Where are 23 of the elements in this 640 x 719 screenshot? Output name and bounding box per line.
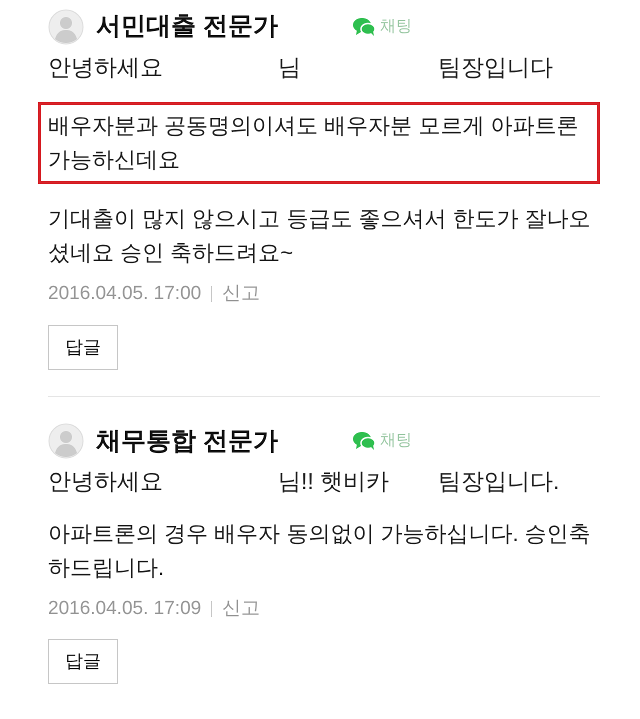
reply-button[interactable]: 답글 xyxy=(48,639,118,684)
chat-link[interactable]: 채팅 xyxy=(352,14,412,39)
comment-text: 배우자분과 공동명의이셔도 배우자분 모르게 아파트론 가능하신데요 xyxy=(38,102,600,184)
greeting-text: 안녕하세요 xyxy=(48,467,164,496)
report-link[interactable]: 신고 xyxy=(222,594,260,623)
greeting-text: 팀장입니다 xyxy=(438,52,554,82)
author-name: 채무통합 전문가 xyxy=(96,426,278,456)
avatar-icon xyxy=(48,423,84,460)
comment-date: 2016.04.05. 17:00 xyxy=(48,282,202,306)
reply-button[interactable]: 답글 xyxy=(48,324,118,370)
chat-icon xyxy=(352,431,376,452)
report-link[interactable]: 신고 xyxy=(222,280,260,308)
greeting-text: 팀장입니다. xyxy=(438,467,560,496)
comment-text: 아파트론의 경우 배우자 동의없이 가능하십니다. 승인축하드립니다. xyxy=(48,520,592,582)
comment-text: 기대출이 많지 않으시고 등급도 좋으셔서 한도가 잘나오셨네요 승인 축하드려요~ xyxy=(48,205,592,267)
chat-link[interactable]: 채팅 xyxy=(352,429,412,454)
chat-icon xyxy=(352,16,376,37)
avatar-icon xyxy=(48,8,84,45)
author-name: 서민대출 전문가 xyxy=(96,11,278,42)
greeting-text: 님!! 햇비카 xyxy=(278,467,390,496)
comment-date: 2016.04.05. 17:09 xyxy=(48,596,202,620)
greeting-text: 님 xyxy=(278,52,302,82)
greeting-text: 안녕하세요 xyxy=(48,52,164,82)
